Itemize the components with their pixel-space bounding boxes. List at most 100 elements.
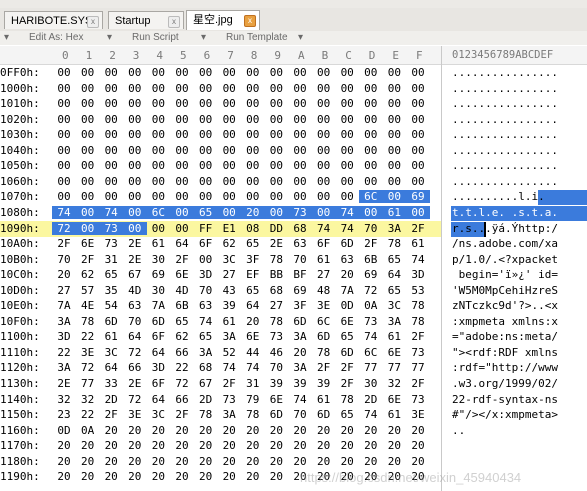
hex-byte[interactable]: 00 bbox=[221, 190, 237, 203]
hex-byte[interactable]: 74 bbox=[221, 361, 237, 374]
ascii-text[interactable]: "><rdf:RDF xmlns bbox=[452, 346, 558, 359]
ascii-text[interactable]: #"/></x:xmpmeta> bbox=[452, 408, 558, 421]
hex-byte[interactable]: BF bbox=[292, 268, 308, 281]
hex-byte[interactable]: 3D bbox=[56, 330, 72, 343]
ascii-text[interactable]: .w3.org/1999/02/ bbox=[452, 377, 558, 390]
hex-byte[interactable]: 6E bbox=[245, 330, 261, 343]
hex-byte[interactable]: 6E bbox=[80, 237, 96, 250]
hex-byte[interactable]: 00 bbox=[264, 205, 289, 219]
hex-row[interactable]: 1070h: 00 00 00 00 00 00 00 00 00 00 00 00 00 6C 00 69..… bbox=[0, 190, 587, 206]
dropdown-arrow-icon[interactable]: ▾ bbox=[201, 31, 206, 45]
hex-byte[interactable]: 20 bbox=[174, 424, 190, 437]
hex-byte[interactable]: 7A bbox=[56, 299, 72, 312]
ascii-text[interactable]: :xmpmeta xmlns:x bbox=[452, 315, 558, 328]
hex-byte[interactable]: 20 bbox=[221, 439, 237, 452]
ascii-text[interactable]: ................ bbox=[452, 97, 558, 110]
hex-byte[interactable]: 65 bbox=[386, 284, 402, 297]
hex-byte[interactable]: 46 bbox=[268, 346, 284, 359]
hex-byte[interactable]: 20 bbox=[198, 439, 214, 452]
hex-byte[interactable]: 00 bbox=[198, 144, 214, 157]
hex-byte[interactable]: 68 bbox=[268, 284, 284, 297]
hex-byte[interactable]: 64 bbox=[386, 268, 402, 281]
hex-byte[interactable]: 77 bbox=[363, 361, 379, 374]
hex-byte[interactable]: 63 bbox=[292, 237, 308, 250]
hex-byte[interactable]: 6D bbox=[150, 315, 166, 328]
ascii-text[interactable]: p/1.0/.<?xpacket bbox=[452, 253, 558, 266]
hex-byte[interactable]: 3A bbox=[292, 361, 308, 374]
hex-byte[interactable]: 00 bbox=[386, 113, 402, 126]
ascii-text[interactable]: ..........l.i. bbox=[452, 190, 545, 203]
hex-byte[interactable]: 20 bbox=[127, 455, 143, 468]
hex-byte[interactable]: 00 bbox=[363, 175, 379, 188]
hex-byte[interactable]: 74 bbox=[52, 205, 76, 219]
hex-byte[interactable]: 78 bbox=[268, 253, 284, 266]
hex-byte[interactable]: 00 bbox=[316, 66, 332, 79]
hex-byte[interactable]: 20 bbox=[339, 268, 355, 281]
hex-byte[interactable]: 65 bbox=[245, 237, 261, 250]
hex-byte[interactable]: 00 bbox=[221, 66, 237, 79]
hex-byte[interactable]: 2E bbox=[127, 237, 143, 250]
hex-byte[interactable]: 32 bbox=[56, 393, 72, 406]
ascii-text[interactable]: 22-rdf-syntax-ns bbox=[452, 393, 558, 406]
hex-row[interactable]: 1010h: 00 00 00 00 00 00 00 00 00 00 00 00 00 00 00 00..… bbox=[0, 97, 587, 113]
ascii-text[interactable] bbox=[452, 455, 558, 468]
hex-byte[interactable]: 00 bbox=[198, 113, 214, 126]
hex-byte[interactable]: 00 bbox=[174, 159, 190, 172]
hex-byte[interactable]: 65 bbox=[245, 284, 261, 297]
hex-byte[interactable]: 78 bbox=[339, 393, 355, 406]
hex-row[interactable]: 1110h: 22 3E 3C 72 64 66 3A 52 44 46 20 78 6D 6C 6E 73 ">… bbox=[0, 346, 587, 362]
hex-byte[interactable]: 65 bbox=[174, 315, 190, 328]
hex-byte[interactable]: 00 bbox=[363, 159, 379, 172]
hex-byte[interactable]: 6D bbox=[268, 408, 284, 421]
hex-byte[interactable]: 00 bbox=[150, 159, 166, 172]
hex-byte[interactable]: 3C bbox=[386, 299, 402, 312]
hex-byte[interactable]: 77 bbox=[410, 361, 426, 374]
hex-byte[interactable]: 20 bbox=[339, 455, 355, 468]
hex-byte[interactable]: 72 bbox=[127, 346, 143, 359]
hex-byte[interactable]: 6C bbox=[359, 190, 383, 204]
hex-byte[interactable]: 00 bbox=[75, 205, 100, 219]
hex-byte[interactable]: 20 bbox=[150, 455, 166, 468]
hex-byte[interactable]: 00 bbox=[221, 175, 237, 188]
hex-byte[interactable]: 00 bbox=[339, 190, 355, 203]
hex-byte[interactable]: 2D bbox=[363, 393, 379, 406]
hex-byte[interactable]: 70 bbox=[268, 361, 284, 374]
hex-byte[interactable]: 00 bbox=[170, 205, 194, 219]
hex-byte[interactable]: 00 bbox=[56, 82, 72, 95]
hex-byte[interactable]: 00 bbox=[406, 205, 430, 219]
hex-byte[interactable]: 72 bbox=[127, 393, 143, 406]
hex-byte[interactable]: 22 bbox=[56, 346, 72, 359]
hex-byte[interactable]: 00 bbox=[56, 128, 72, 141]
hex-byte[interactable]: 20 bbox=[268, 455, 284, 468]
hex-byte[interactable]: 65 bbox=[339, 408, 355, 421]
hex-byte[interactable]: 20 bbox=[410, 455, 426, 468]
hex-byte[interactable]: 00 bbox=[245, 113, 261, 126]
hex-byte[interactable]: 20 bbox=[103, 455, 119, 468]
hex-row[interactable]: 10A0h: 2F 6E 73 2E 61 64 6F 62 65 2E 63 6F 6D 2F 78 61/n… bbox=[0, 237, 587, 253]
hex-byte[interactable]: 20 bbox=[245, 315, 261, 328]
hex-byte[interactable]: 00 bbox=[410, 66, 426, 79]
hex-byte[interactable]: 7A bbox=[150, 299, 166, 312]
hex-byte[interactable]: 3E bbox=[127, 408, 143, 421]
hex-byte[interactable]: 00 bbox=[174, 175, 190, 188]
hex-byte[interactable]: 20 bbox=[103, 424, 119, 437]
hex-byte[interactable]: 6D bbox=[292, 315, 308, 328]
hex-byte[interactable]: 00 bbox=[103, 144, 119, 157]
hex-row[interactable]: 1000h: 00 00 00 00 00 00 00 00 00 00 00 00 00 00 00 00..… bbox=[0, 82, 587, 98]
hex-byte[interactable]: 00 bbox=[268, 128, 284, 141]
hex-byte[interactable]: 39 bbox=[292, 377, 308, 390]
hex-row[interactable]: 1080h: 74 00 74 00 6C 00 65 00 20 00 73 00 74 00 61 00 t.… bbox=[0, 205, 587, 222]
hex-byte[interactable]: 74 bbox=[292, 393, 308, 406]
hex-byte[interactable]: 2F bbox=[174, 408, 190, 421]
hex-byte[interactable]: 20 bbox=[292, 439, 308, 452]
hex-byte[interactable]: 79 bbox=[245, 393, 261, 406]
hex-byte[interactable]: 20 bbox=[174, 470, 190, 483]
hex-byte[interactable]: 00 bbox=[292, 128, 308, 141]
hex-byte[interactable]: 00 bbox=[410, 82, 426, 95]
hex-byte[interactable]: 2F bbox=[56, 237, 72, 250]
hex-byte[interactable]: 74 bbox=[410, 253, 426, 266]
hex-byte[interactable]: 31 bbox=[103, 253, 119, 266]
tab-haribote-sys[interactable]: HARIBOTE.SYS x bbox=[4, 11, 103, 29]
hex-byte[interactable]: 00 bbox=[80, 190, 96, 203]
hex-byte[interactable]: 00 bbox=[80, 144, 96, 157]
